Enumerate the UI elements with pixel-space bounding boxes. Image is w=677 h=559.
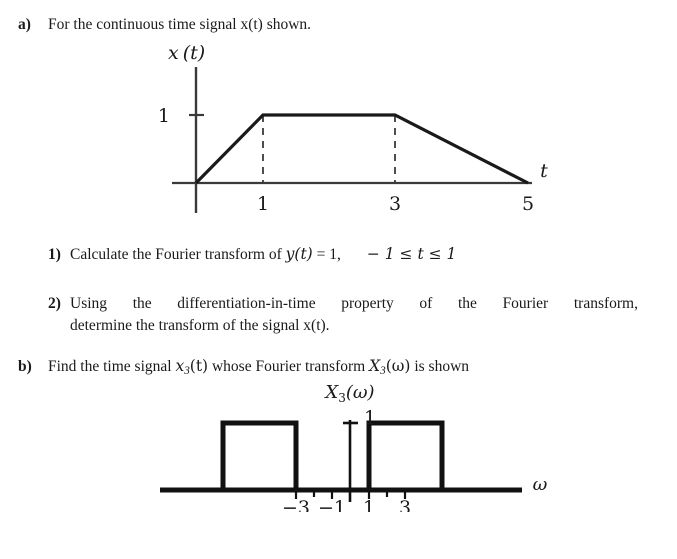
x3-plot: X3(ω) 1 −3 −1 1 3 ω	[160, 382, 548, 512]
xt-title-arg: (t)	[183, 45, 205, 64]
part-b-text: Find the time signal x3(t) whose Fourier…	[48, 355, 469, 379]
x3-ytick-label: 1	[364, 407, 376, 429]
xt-xtick-label-5: 5	[522, 193, 534, 215]
xt-plot: x (t) 1 1 3 5 t	[158, 45, 548, 215]
question-2-line-2: determine the transform of the signal x(…	[70, 317, 330, 335]
question-1-prefix: Calculate the Fourier transform of	[70, 246, 286, 263]
figure-x3: X3(ω) 1 −3 −1 1 3 ω	[150, 382, 570, 512]
question-2-marker: 2)	[48, 295, 61, 312]
x3-axis-label-omega: ω	[533, 474, 548, 495]
xt-title: x (t)	[168, 45, 205, 64]
xt-title-base: x	[168, 45, 179, 64]
x3-title-arg: (ω)	[346, 382, 375, 403]
question-1-range: − 1 ≤ t ≤ 1	[366, 245, 457, 263]
question-part-a: a) For the continuous time signal x(t) s…	[18, 14, 658, 36]
xt-waveform	[194, 113, 529, 185]
x3-title-sub: 3	[338, 391, 346, 405]
x3-xtick-label-minus1: −1	[318, 497, 346, 512]
part-b-transform-arg: (ω)	[385, 357, 411, 375]
part-b-signal-base: x	[175, 357, 185, 375]
x3-title: X3(ω)	[323, 382, 374, 405]
part-b-signal-arg: (t)	[189, 357, 209, 375]
x3-pulse-left	[220, 420, 299, 490]
part-b-transform-base: X	[369, 357, 381, 375]
question-2: 2) Using the differentiation-in-time pro…	[48, 293, 648, 338]
x3-xtick-label-1: 1	[363, 497, 375, 512]
question-2-body: Using the differentiation-in-time proper…	[70, 293, 638, 338]
part-b-suffix: is shown	[410, 358, 470, 375]
part-a-text: For the continuous time signal x(t) show…	[48, 16, 312, 33]
xt-axis-label-t: t	[540, 160, 548, 182]
figure-xt: x (t) 1 1 3 5 t	[120, 45, 560, 220]
x3-pulse-right	[366, 420, 445, 490]
x3-title-base: X	[323, 382, 339, 403]
question-1-function: y(t)	[285, 245, 313, 263]
part-b-marker: b)	[18, 358, 32, 375]
question-part-b: b) Find the time signal x3(t) whose Four…	[18, 355, 658, 379]
part-a-marker: a)	[18, 16, 31, 33]
question-1: 1) Calculate the Fourier transform of y(…	[48, 243, 648, 266]
question-1-equals: = 1,	[312, 246, 341, 263]
xt-ytick-label: 1	[158, 105, 170, 127]
question-1-marker: 1)	[48, 246, 61, 263]
question-1-body: Calculate the Fourier transform of y(t) …	[70, 243, 456, 266]
part-b-prefix: Find the time signal	[48, 358, 176, 375]
question-2-line-1: Using the differentiation-in-time proper…	[70, 295, 638, 312]
x3-xtick-label-minus3: −3	[282, 497, 310, 512]
xt-xtick-label-1: 1	[257, 193, 269, 215]
xt-xtick-label-3: 3	[389, 193, 401, 215]
x3-xtick-label-3: 3	[399, 497, 411, 512]
part-b-mid: whose Fourier transform	[208, 358, 370, 375]
